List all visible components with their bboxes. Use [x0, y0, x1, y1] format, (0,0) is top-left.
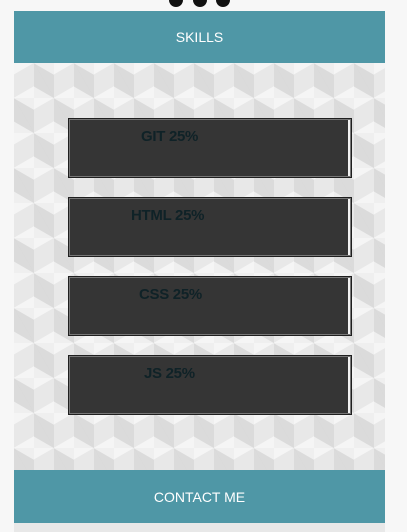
skill-bar-js: JS 25%	[68, 355, 352, 415]
contact-me-button[interactable]: CONTACT ME	[14, 470, 385, 523]
skills-panel: GIT 25% HTML 25% CSS 25% JS 25%	[14, 63, 385, 470]
skill-bar-html: HTML 25%	[68, 197, 352, 257]
skill-fill	[70, 120, 349, 176]
bottom-strip	[14, 523, 385, 532]
menu-dots[interactable]	[0, 0, 407, 7]
dot-icon	[169, 0, 183, 7]
dot-icon	[216, 0, 230, 7]
dot-icon	[193, 0, 207, 7]
skill-fill	[70, 357, 349, 413]
skill-fill	[70, 278, 349, 334]
skill-bar-css: CSS 25%	[68, 276, 352, 336]
skill-label: CSS 25%	[139, 286, 202, 303]
contact-me-label: CONTACT ME	[153, 488, 246, 505]
skill-label: GIT 25%	[141, 128, 199, 145]
skill-fill	[70, 199, 349, 255]
skills-header: SKILLS	[14, 11, 385, 63]
skills-title: SKILLS	[175, 29, 224, 45]
skill-label: JS 25%	[144, 365, 195, 382]
skill-label: HTML 25%	[131, 207, 205, 224]
skill-bar-git: GIT 25%	[68, 118, 352, 178]
